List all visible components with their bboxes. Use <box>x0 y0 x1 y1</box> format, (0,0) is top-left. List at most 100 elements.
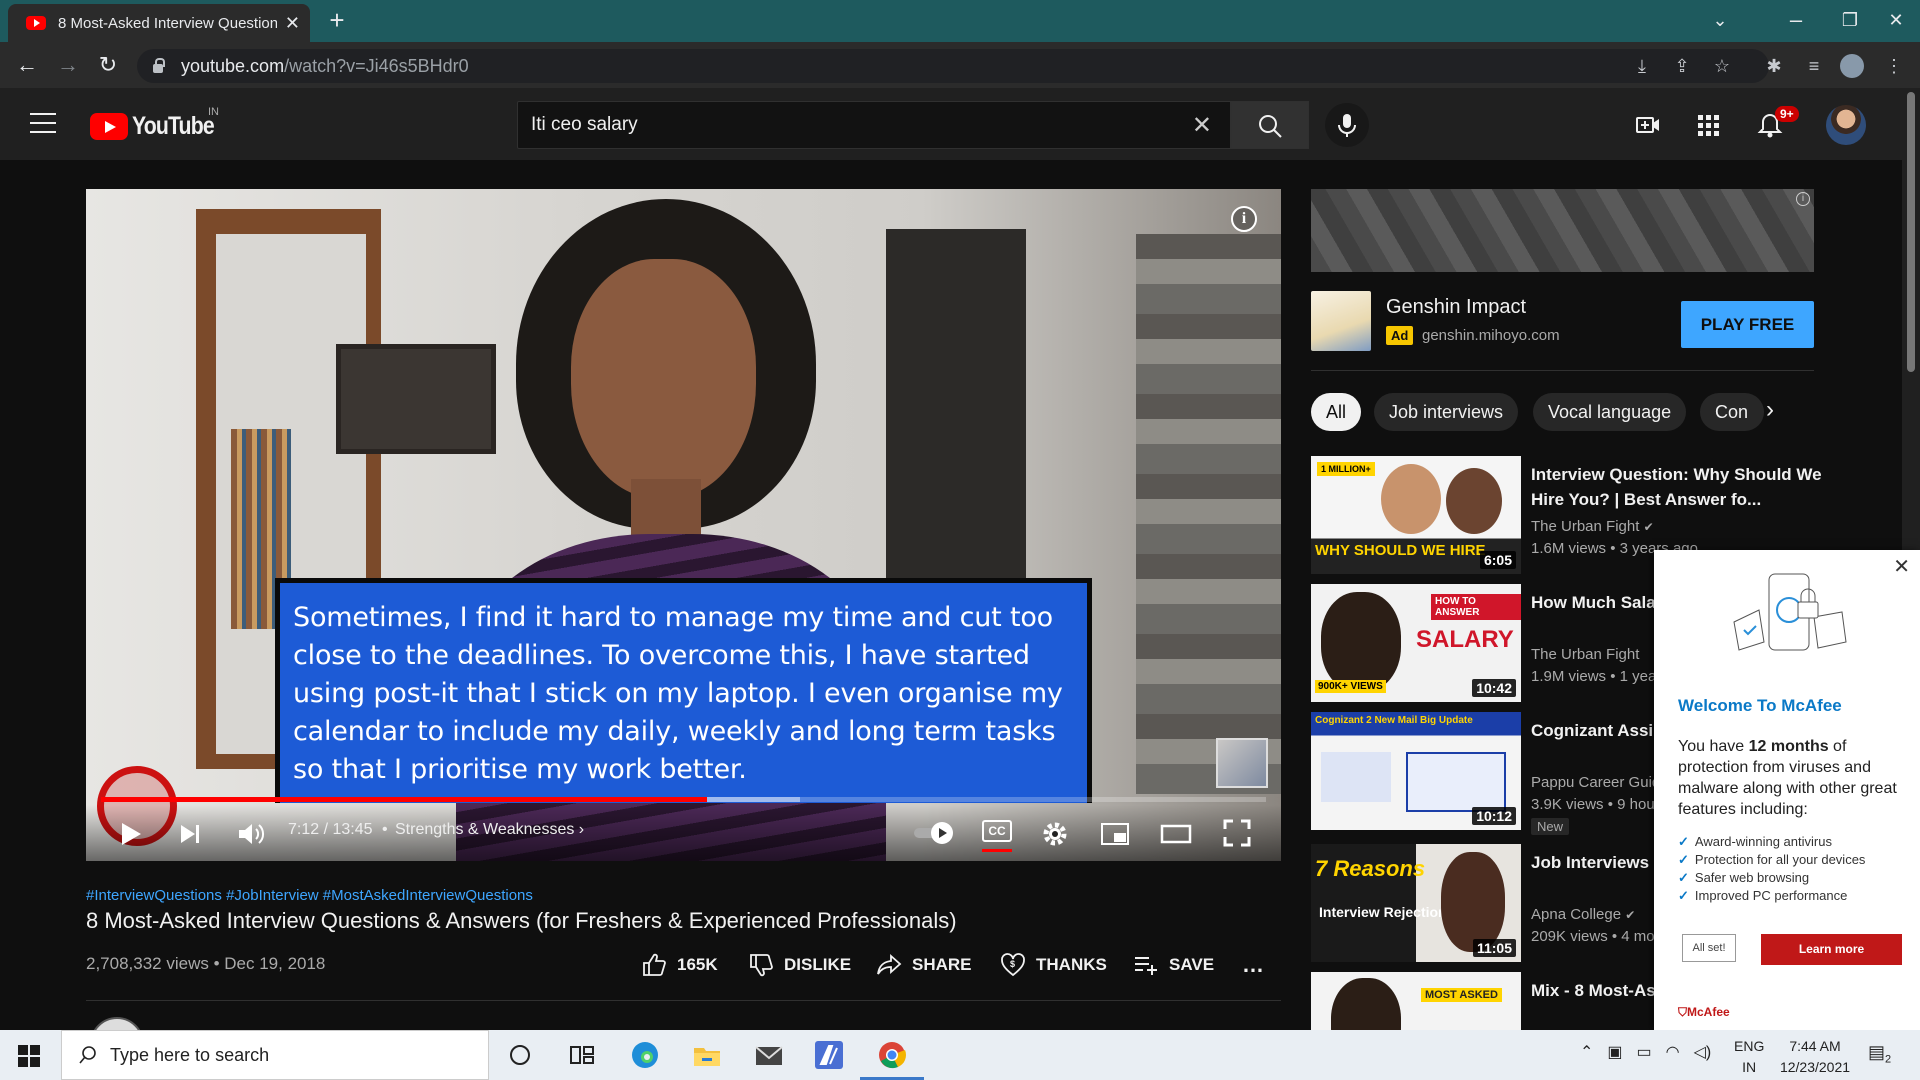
autoplay-toggle[interactable] <box>912 819 956 847</box>
save-button[interactable]: SAVE <box>1133 952 1214 978</box>
chapter-title[interactable]: Strengths & Weaknesses › <box>395 821 584 839</box>
channel-branding-watermark[interactable] <box>1216 738 1268 788</box>
progress-bar[interactable] <box>101 797 1266 802</box>
edge-browser-icon[interactable] <box>628 1038 662 1072</box>
chevron-up-icon[interactable]: ⌃ <box>1580 1042 1593 1062</box>
recommended-channel[interactable]: The Urban Fight <box>1531 646 1639 663</box>
meet-now-icon[interactable]: ▣ <box>1607 1042 1622 1062</box>
voice-search-button[interactable] <box>1325 103 1369 147</box>
hamburger-menu-icon[interactable] <box>30 113 56 133</box>
create-video-icon[interactable] <box>1634 111 1662 139</box>
recommended-channel[interactable]: Apna College ✔ <box>1531 906 1635 923</box>
thumbnail-badge: HOW TO ANSWER <box>1431 594 1521 620</box>
all-set-button[interactable]: All set! <box>1682 934 1736 962</box>
recommended-channel[interactable]: The Urban Fight ✔ <box>1531 518 1654 535</box>
recommended-channel[interactable]: Pappu Career Guid <box>1531 774 1660 791</box>
next-video-icon[interactable] <box>176 820 204 848</box>
ad-title[interactable]: Genshin Impact <box>1386 296 1526 319</box>
chip-all[interactable]: All <box>1311 393 1362 431</box>
thumbnail-person <box>1321 592 1401 692</box>
play-icon[interactable] <box>114 818 146 850</box>
task-view-icon[interactable] <box>565 1038 599 1072</box>
thanks-label: THANKS <box>1036 955 1107 974</box>
video-info-icon[interactable]: i <box>1231 206 1257 232</box>
forward-button[interactable]: → <box>54 52 82 80</box>
share-button[interactable]: SHARE <box>876 952 972 978</box>
miniplayer-icon[interactable] <box>1100 820 1130 848</box>
scrollbar-thumb[interactable] <box>1907 92 1915 372</box>
close-window-button[interactable]: ✕ <box>1868 0 1920 40</box>
wifi-icon[interactable]: ◠ <box>1666 1042 1680 1062</box>
extensions-icon[interactable]: ✱ <box>1760 52 1788 80</box>
more-actions-button[interactable]: … <box>1242 952 1264 978</box>
learn-more-button[interactable]: Learn more <box>1761 934 1902 965</box>
dislike-button[interactable]: DISLIKE <box>748 952 851 978</box>
play-free-button[interactable]: PLAY FREE <box>1681 301 1814 348</box>
app-launcher-icon[interactable] <box>812 1038 846 1072</box>
video-stone-wall <box>1136 234 1281 794</box>
account-avatar[interactable] <box>1826 105 1866 145</box>
bookmark-star-icon[interactable]: ☆ <box>1708 52 1736 80</box>
browser-tab[interactable]: 8 Most-Asked Interview Questions ✕ <box>8 4 310 42</box>
language-indicator[interactable]: ENG IN <box>1734 1036 1764 1078</box>
ad-app-icon[interactable] <box>1311 291 1371 351</box>
apps-grid-icon[interactable] <box>1694 111 1722 139</box>
like-button[interactable]: 165K <box>641 952 718 978</box>
video-hashtags[interactable]: #InterviewQuestions #JobInterview #MostA… <box>86 887 533 904</box>
video-thumbnail[interactable]: 7 Reasons Interview Rejections 11:05 <box>1311 844 1521 962</box>
mail-icon[interactable] <box>752 1038 786 1072</box>
share-icon[interactable]: ⇪ <box>1668 52 1696 80</box>
fullscreen-icon[interactable] <box>1222 818 1252 848</box>
chip-job-interviews[interactable]: Job interviews <box>1374 393 1519 431</box>
ad-info-icon[interactable]: i <box>1796 192 1810 206</box>
thumbnail-graphic <box>1321 752 1391 802</box>
profile-avatar[interactable] <box>1840 54 1864 78</box>
notification-center-icon[interactable]: ▤2 <box>1868 1042 1891 1066</box>
windows-start-icon[interactable] <box>18 1045 40 1067</box>
super-thanks-icon: $ <box>1001 953 1025 977</box>
theater-mode-icon[interactable] <box>1160 820 1192 848</box>
volume-icon[interactable] <box>236 820 266 848</box>
subtitles-button[interactable]: CC <box>982 820 1012 842</box>
thumbnail-person <box>1441 852 1505 952</box>
clear-search-icon[interactable]: ✕ <box>1192 111 1212 140</box>
settings-gear-icon[interactable] <box>1040 819 1070 849</box>
chips-next-icon[interactable]: › <box>1766 396 1774 424</box>
file-explorer-icon[interactable] <box>690 1038 724 1072</box>
chrome-icon[interactable] <box>875 1038 909 1072</box>
video-caption: Sometimes, I find it hard to manage my t… <box>275 578 1092 803</box>
address-bar[interactable]: youtube.com /watch?v=Ji46s5BHdr0 <box>137 49 1769 83</box>
browser-menu-icon[interactable]: ⋮ <box>1880 52 1908 80</box>
save-label: SAVE <box>1169 955 1215 974</box>
ad-banner[interactable] <box>1311 189 1814 272</box>
video-thumbnail[interactable]: HOW TO ANSWER SALARY 900K+ VIEWS 10:42 <box>1311 584 1521 702</box>
thumbnail-badge: 1 MILLION+ <box>1317 462 1375 476</box>
reading-list-icon[interactable]: ≡ <box>1800 52 1828 80</box>
taskbar-clock[interactable]: 7:44 AM 12/23/2021 <box>1775 1036 1855 1078</box>
reload-button[interactable]: ↻ <box>94 52 122 80</box>
video-thumbnail[interactable]: 1 MILLION+ WHY SHOULD WE HIRE 6:05 <box>1311 456 1521 574</box>
install-icon[interactable]: ⤓ <box>1628 52 1656 80</box>
close-tab-icon[interactable]: ✕ <box>285 13 300 34</box>
minimize-button[interactable]: – <box>1768 0 1824 40</box>
taskbar-search-box[interactable]: Type here to search <box>61 1030 489 1080</box>
divider <box>1311 370 1814 371</box>
video-thumbnail[interactable]: MOST ASKED <box>1311 972 1521 1030</box>
close-icon[interactable]: ✕ <box>1893 554 1910 579</box>
chip-vocal-language[interactable]: Vocal language <box>1533 393 1687 431</box>
recommended-title[interactable]: Interview Question: Why Should We Hire Y… <box>1531 462 1831 512</box>
new-tab-button[interactable]: + <box>322 6 352 36</box>
battery-icon[interactable]: ▭ <box>1637 1042 1652 1062</box>
search-input[interactable]: Iti ceo salary ✕ <box>517 101 1231 149</box>
search-button[interactable] <box>1231 101 1309 149</box>
mcafee-body: You have 12 months of protection from vi… <box>1678 736 1908 820</box>
chip-con[interactable]: Con <box>1700 393 1764 431</box>
thanks-button[interactable]: $ THANKS <box>1000 952 1107 978</box>
dislike-label: DISLIKE <box>784 955 852 974</box>
video-thumbnail[interactable]: Cognizant 2 New Mail Big Update 10:12 <box>1311 712 1521 830</box>
speaker-icon[interactable]: ◁) <box>1694 1042 1712 1062</box>
cortana-icon[interactable] <box>503 1038 537 1072</box>
back-button[interactable]: ← <box>13 52 41 80</box>
tab-search-icon[interactable]: ⌄ <box>1692 0 1748 40</box>
youtube-logo[interactable]: YouTube IN <box>90 106 228 141</box>
